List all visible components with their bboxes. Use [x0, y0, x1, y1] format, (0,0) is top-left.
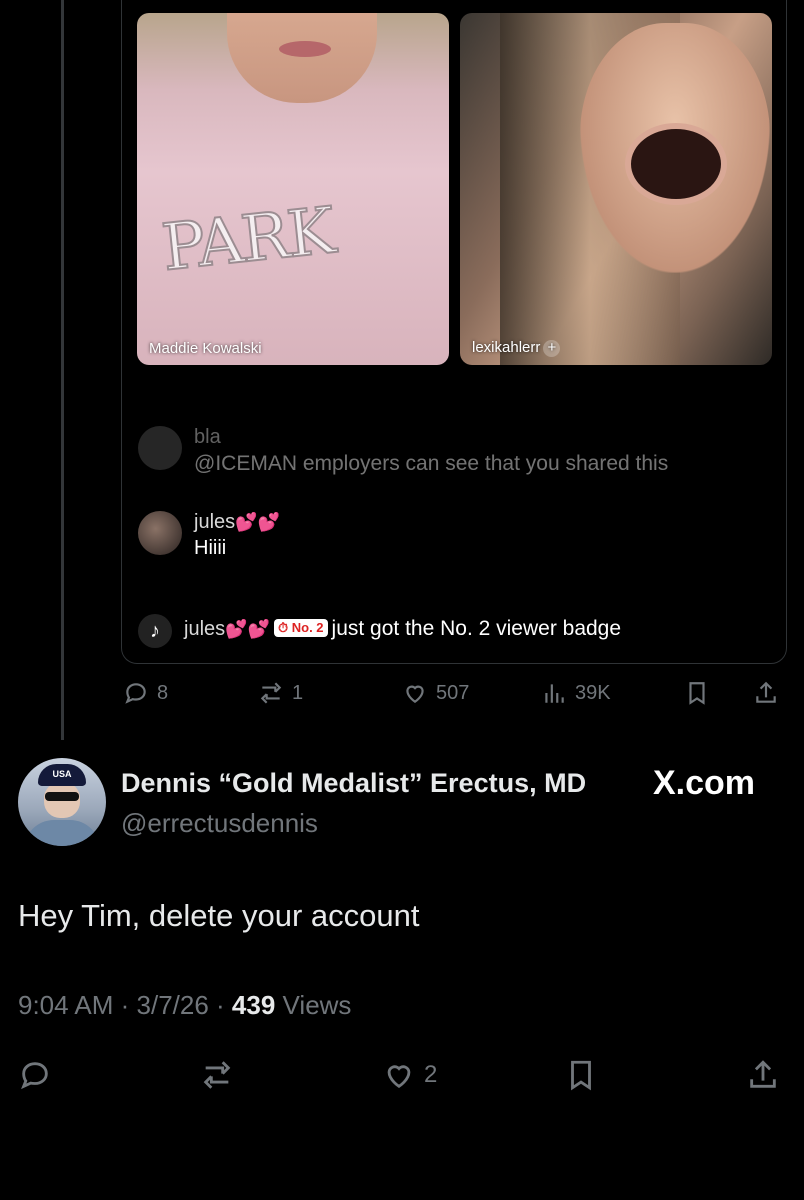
default-avatar [138, 426, 182, 470]
embedded-post-card[interactable]: PARK Maddie Kowalski lexikahlerr + bla @I… [121, 0, 787, 664]
heart-icon [387, 1065, 411, 1089]
video-name-label: Maddie Kowalski [149, 340, 262, 357]
views-count: 439 [231, 990, 276, 1020]
tweet-actions: 2 [18, 1058, 788, 1092]
heart-icon [406, 685, 424, 703]
reply-icon [21, 1062, 48, 1090]
comment-text: Hiiii [194, 537, 227, 559]
repost-action[interactable]: 1 [258, 680, 303, 706]
like-count: 2 [424, 1061, 438, 1088]
like-action[interactable]: 2 [382, 1058, 437, 1092]
follow-plus-icon[interactable]: + [543, 340, 561, 357]
video-tile-left[interactable]: PARK Maddie Kowalski [137, 13, 449, 365]
thread-line [61, 0, 64, 740]
video-tile-right[interactable]: lexikahlerr + [460, 13, 772, 365]
comment-author: jules💕💕 [194, 511, 280, 533]
tweet-time[interactable]: 9:04 AM [18, 990, 113, 1020]
tweet-date[interactable]: 3/7/26 [137, 990, 209, 1020]
avatar [138, 511, 182, 555]
x-com-watermark: X.com [653, 764, 756, 802]
torso-shape [24, 820, 100, 846]
bookmark-icon [571, 1060, 591, 1091]
reply-action[interactable]: 8 [123, 680, 168, 706]
views-count: 39K [575, 681, 611, 704]
reply-icon [125, 683, 146, 704]
tweet-text: Hey Tim, delete your account [18, 898, 420, 933]
share-icon [756, 681, 776, 703]
bookmark-action[interactable] [684, 680, 710, 706]
bookmark-icon [689, 682, 705, 705]
comment-text: just got the No. 2 viewer badge [331, 617, 622, 640]
video-name-label: lexikahlerr + [472, 339, 561, 357]
comment-text: @ICEMAN employers can see that you share… [194, 452, 669, 475]
repost-icon [203, 1061, 231, 1089]
tweet-meta: 9:04 AM · 3/7/26 · 439 Views [18, 990, 352, 1020]
share-action[interactable] [753, 680, 779, 706]
comment-row: ♪ jules💕💕 ⏱ No. 2 just got the No. 2 viewe… [138, 614, 621, 648]
embedded-post-actions: 8 1 507 39K [121, 680, 785, 710]
user-handle[interactable]: @errectusdennis [121, 808, 318, 839]
repost-action[interactable] [200, 1058, 234, 1092]
bookmark-action[interactable] [564, 1058, 598, 1092]
hearts-icon: 💕💕 [225, 619, 270, 639]
comment-row: jules💕💕 Hiiii [138, 511, 280, 560]
avatar[interactable]: USA [18, 758, 106, 846]
tiktok-icon: ♪ [138, 614, 172, 648]
face-image [227, 13, 377, 103]
comment-author: jules [184, 618, 226, 640]
usa-cap: USA [38, 764, 86, 786]
reply-action[interactable] [18, 1058, 52, 1092]
display-name[interactable]: Dennis “Gold Medalist” Erectus, MD [121, 768, 586, 799]
mouth-image [625, 123, 727, 205]
hearts-icon: 💕💕 [235, 512, 280, 532]
lips-image [279, 41, 331, 57]
reply-count: 8 [157, 681, 169, 704]
like-count: 507 [436, 681, 470, 704]
repost-count: 1 [292, 681, 304, 704]
sweater-text: PARK [158, 193, 338, 287]
analytics-icon [545, 684, 564, 703]
views-label: Views [282, 990, 352, 1020]
views-action[interactable]: 39K [541, 680, 611, 706]
share-action[interactable] [746, 1058, 780, 1092]
viewer-badge: ⏱ No. 2 [273, 619, 328, 637]
comment-author: bla [194, 426, 221, 448]
sunglasses-shape [45, 792, 79, 801]
like-action[interactable]: 507 [402, 680, 469, 706]
comment-row: bla @ICEMAN employers can see that you s… [138, 426, 668, 476]
repost-icon [260, 682, 282, 704]
video-name-text: lexikahlerr [472, 339, 541, 356]
badge-label: No. 2 [291, 620, 324, 635]
share-icon [750, 1060, 776, 1088]
